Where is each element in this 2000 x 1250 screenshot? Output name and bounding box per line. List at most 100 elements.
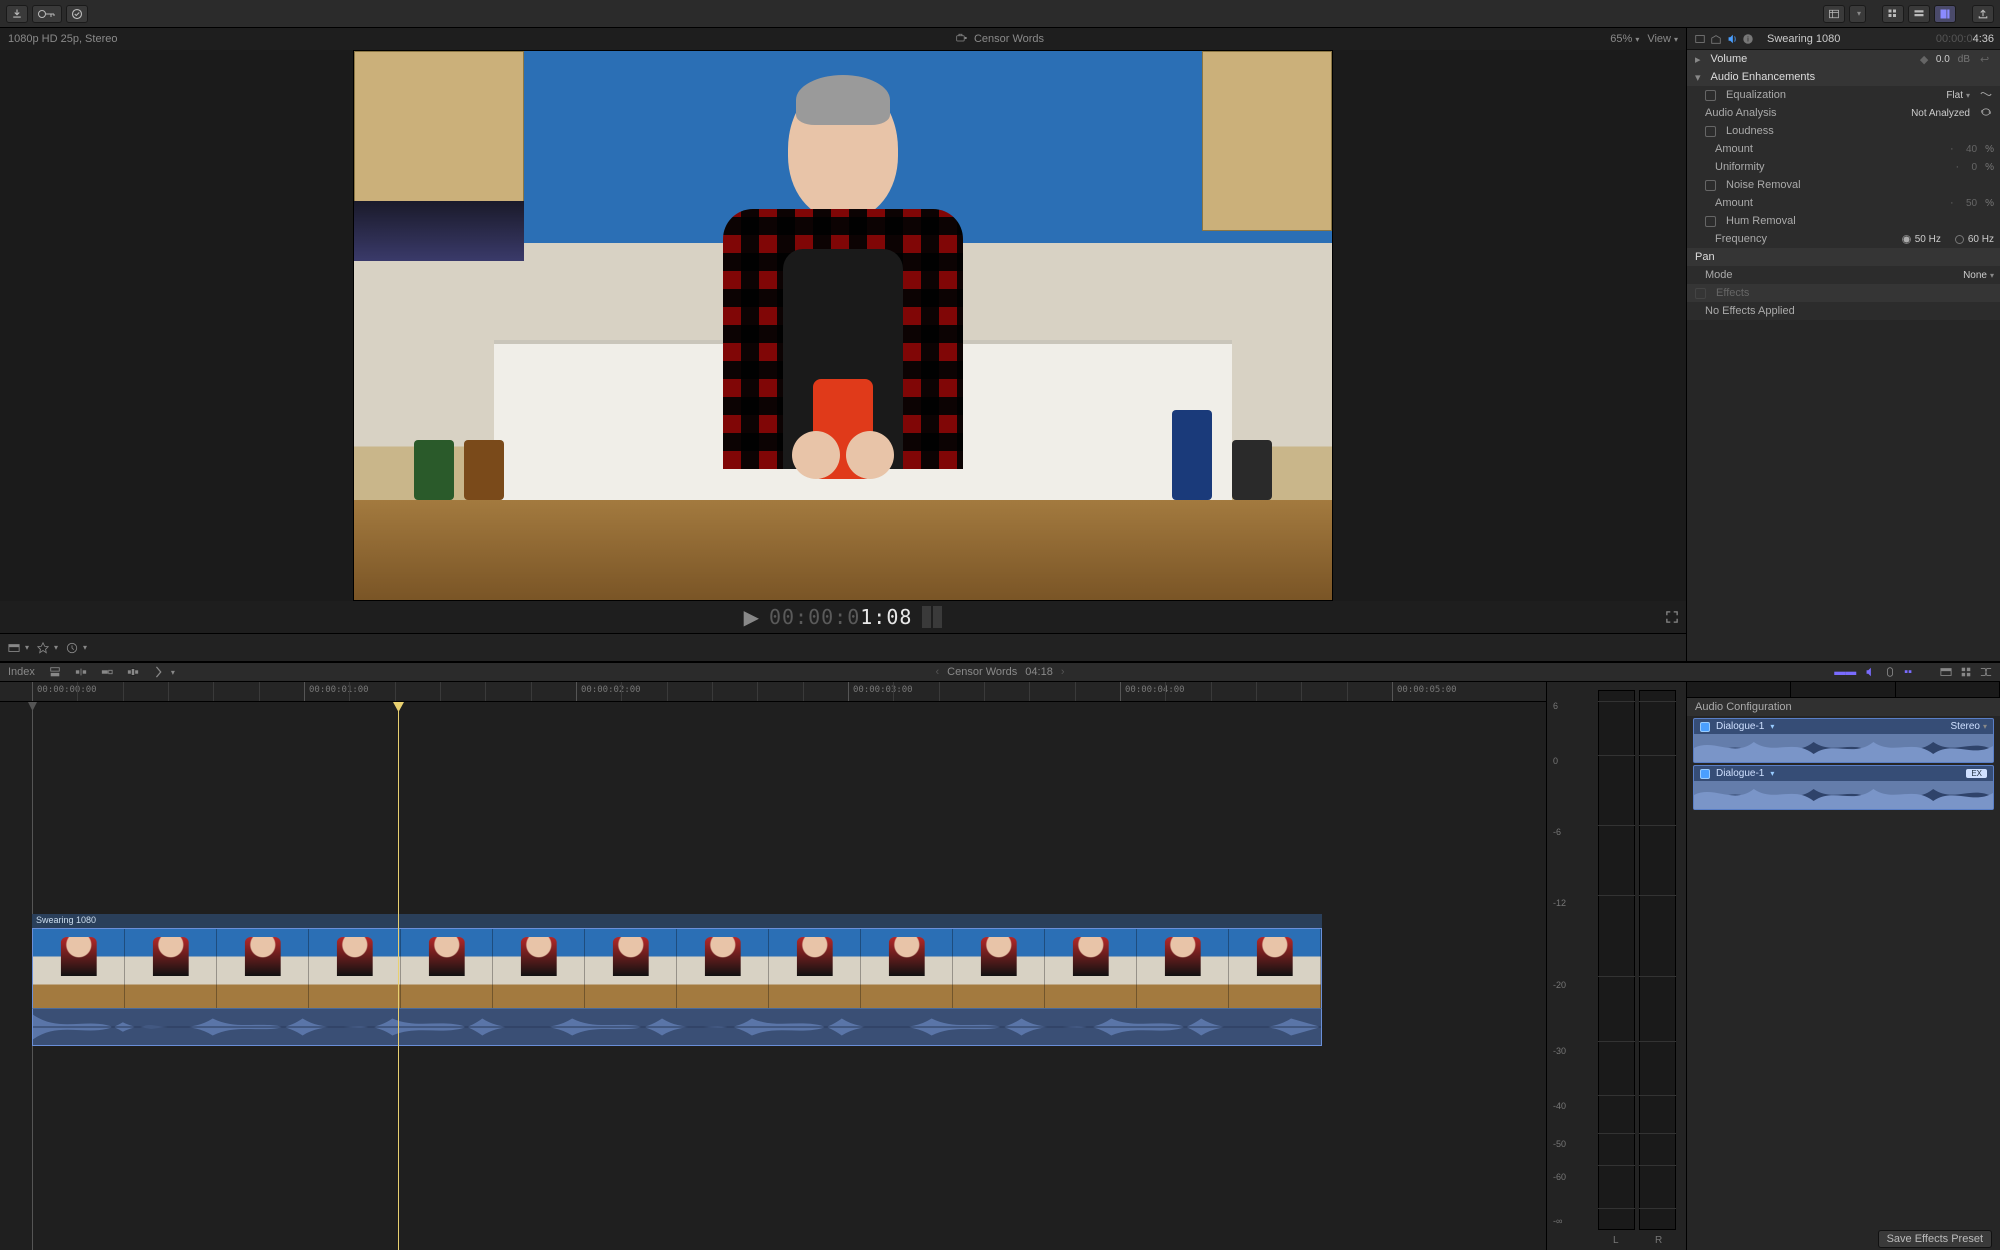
pan-mode-dropdown[interactable]: None	[1963, 270, 1994, 281]
equalization-dropdown[interactable]: Flat	[1946, 90, 1970, 101]
component-disclosure-icon[interactable]: ▾	[1770, 769, 1774, 778]
audio-meters: 60-6-12-20-30-40-50-60-∞ -∞ -∞ L R	[1546, 682, 1686, 1250]
disclosure-icon[interactable]: ▾	[1695, 71, 1701, 84]
project-title: Censor Words	[974, 33, 1044, 45]
audio-component[interactable]: Dialogue-1▾Stereo	[1693, 718, 1994, 763]
clip-appearance-button[interactable]	[1940, 666, 1952, 678]
import-button[interactable]	[6, 5, 28, 23]
playhead[interactable]	[398, 702, 399, 1250]
eq-graph-button[interactable]	[1980, 88, 1994, 103]
effects-dropdown[interactable]	[37, 642, 58, 654]
component-mode-dropdown[interactable]: Stereo	[1951, 721, 1987, 732]
noise-checkbox[interactable]	[1705, 180, 1716, 191]
mini-audio-meter	[922, 606, 942, 628]
index-button[interactable]: Index	[8, 666, 35, 678]
volume-header: ▸ Volume ◆ 0.0 dB ↩	[1687, 50, 2000, 68]
layout-browser-button[interactable]	[1882, 5, 1904, 23]
component-checkbox[interactable]	[1700, 722, 1710, 732]
solo-toggle[interactable]	[1884, 666, 1896, 678]
format-label: 1080p HD 25p, Stereo	[8, 33, 117, 45]
view-dropdown[interactable]: View	[1647, 33, 1678, 45]
audio-analysis-value: Not Analyzed	[1911, 108, 1970, 119]
loudness-amount-value[interactable]: 40	[1966, 144, 1977, 155]
effects-checkbox[interactable]	[1695, 288, 1706, 299]
layout-inspector-button[interactable]	[1934, 5, 1956, 23]
noise-removal-row: Noise Removal	[1687, 176, 2000, 194]
reset-button[interactable]: ↩	[1980, 53, 1994, 66]
disclosure-icon[interactable]: ▸	[1695, 53, 1701, 66]
no-effects-row: No Effects Applied	[1687, 302, 2000, 320]
timeline-toolbar: Index ‹ Censor Words 04:18 › ▬▬ ▪▪	[0, 662, 2000, 682]
inspector-panel: i Swearing 1080 00:00:04:36 ▸ Volume ◆ 0…	[1686, 28, 2000, 661]
app-toolbar	[0, 0, 2000, 28]
svg-text:i: i	[1747, 34, 1749, 43]
timeline-title: Censor Words	[947, 666, 1017, 678]
append-clip-button[interactable]	[101, 666, 113, 678]
skimming-toggle[interactable]: ▬▬	[1834, 666, 1856, 678]
inspector-clip-duration: 4:36	[1973, 33, 1994, 45]
component-name: Dialogue-1	[1716, 768, 1764, 779]
clip-audio-waveform[interactable]	[32, 1008, 1322, 1046]
loudness-uniformity-row: Uniformity · 0 %	[1687, 158, 2000, 176]
keyword-button[interactable]	[32, 5, 62, 23]
audio-enhancements-header: ▾ Audio Enhancements	[1687, 68, 2000, 86]
share-button[interactable]	[1972, 5, 1994, 23]
hum-60hz-radio[interactable]: 60 Hz	[1955, 234, 1994, 245]
audio-component[interactable]: Dialogue-1 ▾ EX	[1693, 765, 1994, 810]
timeline-ruler[interactable]: 00:00:00:0000:00:01:0000:00:02:0000:00:0…	[0, 682, 1546, 702]
component-waveform	[1694, 734, 1993, 762]
play-icon[interactable]: ▶	[744, 605, 759, 630]
info-inspector-tab[interactable]: i	[1741, 32, 1755, 46]
timeline-prev-button[interactable]: ‹	[936, 666, 940, 678]
loudness-checkbox[interactable]	[1705, 126, 1716, 137]
timeline-tracks[interactable]: 00:00:00:0000:00:01:0000:00:02:0000:00:0…	[0, 682, 1546, 1250]
clip-video-filmstrip[interactable]	[32, 928, 1322, 1008]
overwrite-clip-button[interactable]	[127, 666, 139, 678]
noise-amount-row: Amount · 50 %	[1687, 194, 2000, 212]
analyze-button[interactable]	[1980, 106, 1994, 121]
generator-inspector-tab[interactable]	[1709, 32, 1723, 46]
primary-storyline-clip[interactable]: Swearing 1080	[32, 928, 1322, 1048]
hum-frequency-row: Frequency 50 Hz 60 Hz	[1687, 230, 2000, 248]
volume-value[interactable]: 0.0	[1936, 54, 1950, 65]
audio-config-tabs[interactable]	[1687, 682, 2000, 698]
insert-clip-button[interactable]	[75, 666, 87, 678]
component-checkbox[interactable]	[1700, 769, 1710, 779]
slider-thumb[interactable]: ·	[1950, 197, 1960, 209]
keyframe-button[interactable]: ◆	[1920, 53, 1930, 66]
equalization-checkbox[interactable]	[1705, 90, 1716, 101]
video-inspector-tab[interactable]	[1693, 32, 1707, 46]
fullscreen-button[interactable]	[1666, 606, 1678, 629]
media-picker-button[interactable]	[1823, 5, 1845, 23]
save-effects-preset-button[interactable]: Save Effects Preset	[1878, 1230, 1992, 1248]
layout-timeline-button[interactable]	[1908, 5, 1930, 23]
noise-amount-value[interactable]: 50	[1966, 198, 1977, 209]
component-disclosure-icon[interactable]: ▾	[1770, 722, 1774, 731]
hum-50hz-radio[interactable]: 50 Hz	[1902, 234, 1941, 245]
snapping-toggle[interactable]: ▪▪	[1904, 666, 1912, 678]
clip-appearance-dropdown[interactable]	[8, 642, 29, 654]
projector-icon	[956, 32, 968, 47]
role-badge[interactable]: EX	[1966, 769, 1987, 778]
viewer-canvas[interactable]	[0, 50, 1686, 601]
audio-skimming-toggle[interactable]	[1864, 666, 1876, 678]
inspector-clip-name: Swearing 1080	[1767, 33, 1840, 45]
timeline-next-button[interactable]: ›	[1061, 666, 1065, 678]
slider-thumb[interactable]: ·	[1956, 161, 1966, 173]
effects-browser-button[interactable]	[1960, 666, 1972, 678]
audio-inspector-tab[interactable]	[1725, 32, 1739, 46]
slider-thumb[interactable]: ·	[1950, 143, 1960, 155]
loudness-row: Loudness	[1687, 122, 2000, 140]
connect-clip-button[interactable]	[49, 666, 61, 678]
background-tasks-button[interactable]	[66, 5, 88, 23]
viewer-header: 1080p HD 25p, Stereo Censor Words 65% Vi…	[0, 28, 1686, 50]
media-picker-dropdown[interactable]	[1849, 5, 1866, 23]
transitions-browser-button[interactable]	[1980, 666, 1992, 678]
loudness-uniformity-value[interactable]: 0	[1972, 162, 1978, 173]
clip-name-label: Swearing 1080	[32, 914, 1322, 928]
hum-checkbox[interactable]	[1705, 216, 1716, 227]
zoom-dropdown[interactable]: 65%	[1610, 33, 1639, 45]
audio-config-panel: Audio Configuration Dialogue-1▾StereoDia…	[1686, 682, 2000, 1250]
retime-dropdown[interactable]	[66, 642, 87, 654]
tools-dropdown[interactable]	[153, 666, 175, 678]
